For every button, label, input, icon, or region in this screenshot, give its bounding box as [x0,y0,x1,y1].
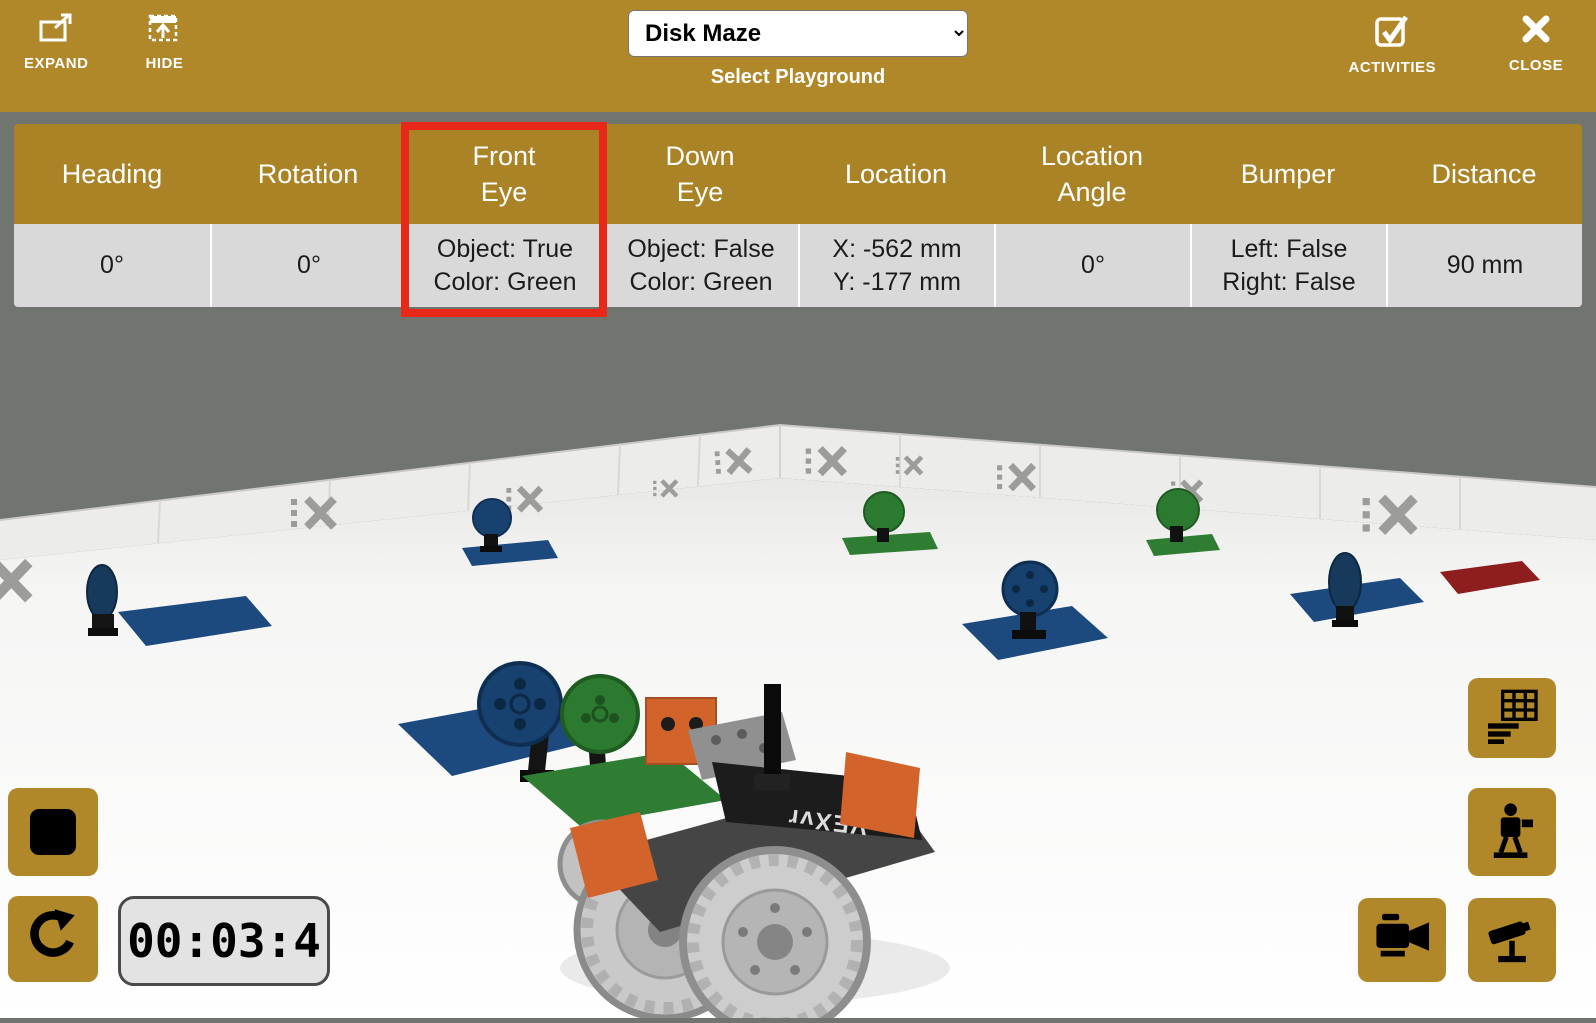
timer-value: 00:03:4 [127,914,321,968]
playground-select[interactable]: Disk Maze [628,10,968,57]
expand-window-icon [38,12,74,48]
column-header-front-eye: FrontEye [406,124,602,224]
playground-selector: Disk Maze Select Playground [628,10,968,89]
column-header-distance: Distance [1386,124,1582,224]
robot-view-button[interactable] [1468,788,1556,876]
bumper-value: Left: FalseRight: False [1190,224,1386,307]
sensor-table-header: Heading Rotation FrontEye DownEye Locati… [14,124,1582,224]
activities-button[interactable]: ACTIVITIES [1348,12,1436,76]
down-eye-value: Object: FalseColor: Green [602,224,798,307]
sensor-dashboard-toggle-button[interactable] [1468,678,1556,758]
rotation-value: 0° [210,224,406,307]
column-header-rotation: Rotation [210,124,406,224]
toolbar-left-group: EXPAND HIDE [24,12,194,72]
heading-value: 0° [14,224,210,307]
location-value: X: -562 mmY: -177 mm [798,224,994,307]
close-label: CLOSE [1509,57,1563,74]
front-eye-value: Object: TrueColor: Green [406,224,602,307]
video-camera-view-button[interactable] [1358,898,1446,982]
robot-wheel [683,850,867,1018]
column-header-location-angle: LocationAngle [994,124,1190,224]
column-header-location: Location [798,124,994,224]
column-header-heading: Heading [14,124,210,224]
expand-label: EXPAND [24,55,88,72]
close-icon [1519,12,1553,50]
activities-checkbox-icon [1373,12,1411,52]
reset-icon [22,906,84,973]
activities-label: ACTIVITIES [1348,59,1436,76]
reset-button[interactable] [8,896,98,982]
stop-icon [30,809,76,855]
video-camera-icon [1372,911,1432,970]
security-camera-icon [1483,910,1541,971]
sensor-dashboard: Heading Rotation FrontEye DownEye Locati… [14,124,1582,307]
timer-display: 00:03:4 [118,896,330,986]
robot-figure-icon [1484,800,1540,865]
expand-button[interactable]: EXPAND [24,12,88,72]
close-button[interactable]: CLOSE [1506,12,1566,76]
location-angle-value: 0° [994,224,1190,307]
column-header-bumper: Bumper [1190,124,1386,224]
hide-button[interactable]: HIDE [134,12,194,72]
sensor-table-values: 0° 0° Object: TrueColor: Green Object: F… [14,224,1582,307]
distance-value: 90 mm [1386,224,1582,307]
fixed-camera-view-button[interactable] [1468,898,1556,982]
hide-window-icon [146,12,182,48]
column-header-down-eye: DownEye [602,124,798,224]
toolbar-right-group: ACTIVITIES CLOSE [1348,12,1566,76]
stop-button[interactable] [8,788,98,876]
data-table-icon [1483,688,1541,749]
top-toolbar: EXPAND HIDE Disk Maze Select Playground [0,0,1596,112]
playground-caption: Select Playground [711,66,886,89]
hide-label: HIDE [145,55,183,72]
